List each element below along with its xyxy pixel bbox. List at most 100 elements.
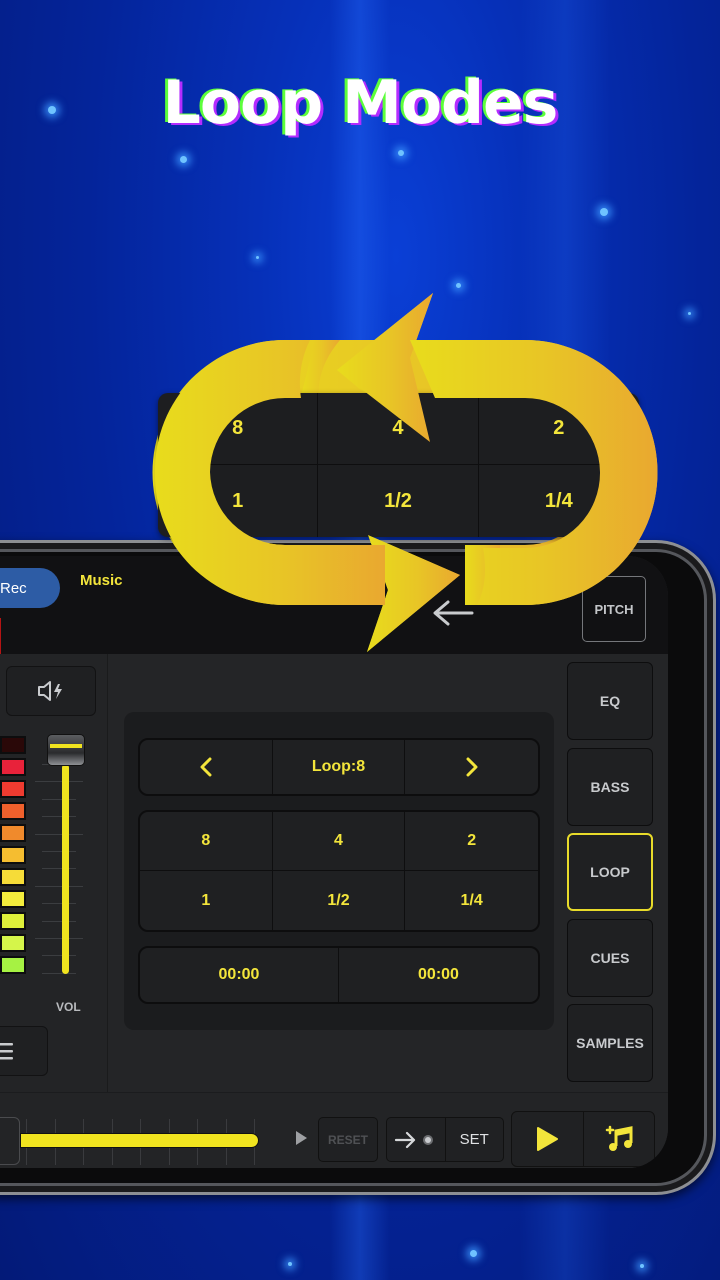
pitch-label: PITCH [594,601,634,617]
samples-button[interactable]: SAMPLES [567,1004,653,1082]
loop-size-1[interactable]: 1 [140,871,273,930]
sparkle [288,1262,292,1266]
fader-tick [35,885,83,887]
sparkle [180,156,187,163]
set-label: SET [459,1131,489,1148]
app-screen: Rec Music PITCH VOL Loop:8 8 4 2 1 1/2 1… [0,556,668,1168]
sparkle [470,1250,477,1257]
float-loop-size: 8 [158,393,319,465]
fader-tick [42,955,76,957]
hamburger-menu-icon [0,1043,13,1060]
level-meter-segment [0,780,26,798]
level-meter-segment [0,868,26,886]
volume-fader-track[interactable] [62,764,69,974]
reset-button[interactable]: RESET [318,1117,378,1162]
loop-size-half[interactable]: 1/2 [273,871,406,930]
speaker-bolt-icon [38,681,62,701]
float-loop-size: 1/2 [318,465,479,537]
volume-panel: VOL [0,654,108,1092]
chevron-left-icon [200,757,212,777]
sparkle [456,283,461,288]
level-meter-segment [0,736,26,754]
play-icon [537,1127,559,1151]
fader-tick [42,851,76,852]
float-loop-size: 1/4 [544,489,573,512]
side-label: CUES [590,950,630,966]
transport-controls [511,1111,655,1167]
fader-tick [42,868,76,870]
side-label: LOOP [590,864,630,880]
loop-panel: Loop:8 8 4 2 1 1/2 1/4 00:00 00:00 [124,712,554,1030]
cue-jump-button[interactable] [387,1118,446,1161]
level-meter-segment [0,912,26,930]
headline: Loop Modes [162,68,559,138]
loop-navigator: Loop:8 [138,738,540,796]
float-loop-size: 1 [158,465,319,537]
level-meter-segment [0,802,26,820]
rec-label: Rec [0,579,27,597]
play-button[interactable] [512,1112,584,1166]
level-meter-segment [0,956,26,974]
sparkle [600,208,608,216]
float-loop-size: 2 [478,393,639,465]
music-tab[interactable]: Music [80,572,123,589]
top-bar: Rec Music PITCH [0,556,668,654]
add-music-button[interactable] [584,1112,655,1166]
eq-button[interactable]: EQ [567,662,653,740]
loop-size-4[interactable]: 4 [272,812,406,871]
fader-tick [42,798,76,800]
pitch-button[interactable]: PITCH [582,576,646,642]
playback-progress-bar[interactable] [20,1133,260,1148]
float-loop-size: 4 [318,393,479,465]
side-label: BASS [590,779,630,795]
rec-button[interactable]: Rec [0,568,60,608]
set-button[interactable]: SET [446,1118,504,1161]
floating-loop-grid: 8 4 2 1 1/2 1/4 [158,393,639,537]
fader-tick [42,920,76,922]
mute-button[interactable] [6,666,96,716]
chevron-right-icon [466,757,478,777]
fader-tick [35,833,83,835]
position-marker [0,618,1,654]
level-meter-segment [0,890,26,908]
cues-button[interactable]: CUES [567,919,653,997]
level-meter-segment [0,846,26,864]
loop-times: 00:00 00:00 [138,946,540,1004]
sparkle [688,312,691,315]
loop-next-button[interactable] [405,740,538,794]
loop-out-time[interactable]: 00:00 [339,948,538,1002]
transport-bar: RESET SET [0,1092,668,1168]
play-small-icon [296,1131,307,1145]
fader-tick [42,903,76,905]
arrow-right-dot-icon [394,1131,433,1148]
loop-size-grid: 8 4 2 1 1/2 1/4 [138,810,540,932]
arrow-left-icon[interactable] [422,598,482,628]
loop-display: Loop:8 [273,740,406,794]
loop-size-8[interactable]: 8 [140,812,273,871]
reset-label: RESET [327,1132,368,1147]
sparkle [256,256,259,259]
fader-tick [42,816,76,818]
fader-tick [35,781,83,783]
cue-set-group: SET [386,1117,504,1162]
loop-prev-button[interactable] [140,740,273,794]
add-music-note-icon [605,1125,633,1151]
side-label: EQ [599,693,621,709]
bass-button[interactable]: BASS [567,748,653,826]
progress-thumb[interactable] [0,1117,20,1165]
level-meter-segment [0,934,26,952]
sparkle [398,150,404,156]
menu-button[interactable] [0,1026,48,1076]
loop-size-quarter[interactable]: 1/4 [405,871,538,930]
level-meter [0,736,26,974]
loop-button[interactable]: LOOP [567,833,653,911]
loop-in-time[interactable]: 00:00 [140,948,339,1002]
volume-label: VOL [56,1000,81,1014]
level-meter-segment [0,758,26,776]
fader-tick [35,938,83,939]
loop-size-2[interactable]: 2 [405,812,538,871]
sparkle [640,1264,644,1268]
fader-tick [42,972,76,974]
level-meter-segment [0,824,26,842]
volume-fader-knob[interactable] [47,734,85,766]
